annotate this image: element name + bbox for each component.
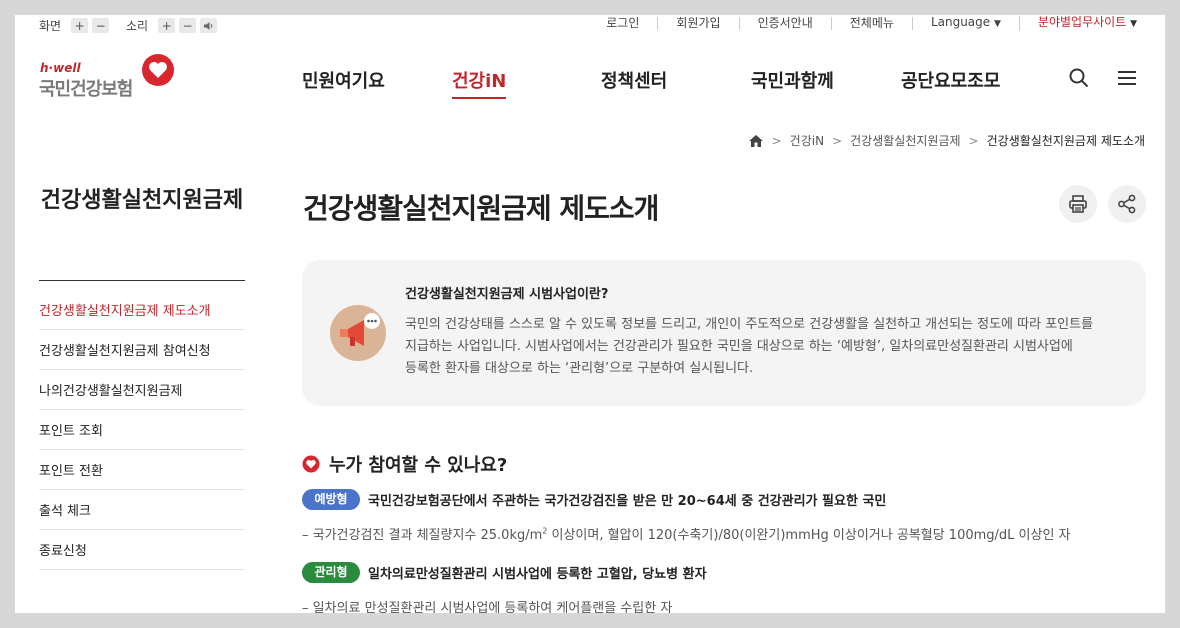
nav-policy-center[interactable]: 정책센터 (601, 67, 667, 93)
preventive-criteria-post: 이상이며, 혈압이 120(수축기)/80(이완기)mmHg 이상이거나 공복혈… (547, 528, 1071, 543)
sidebar-item-apply[interactable]: 건강생활실천지원금제 참여신청 (39, 330, 245, 370)
info-heading: 건강생활실천지원금제 시범사업이란? (405, 287, 609, 302)
zoom-in-button[interactable]: + (71, 18, 89, 33)
preventive-criteria: – 국가건강검진 결과 체질량지수 25.0kg/m2 이상이며, 혈압이 12… (302, 524, 1071, 543)
heart-bullet-icon (302, 455, 320, 473)
breadcrumb-health-in[interactable]: 건강iN (790, 132, 824, 149)
signup-link[interactable]: 회원가입 (658, 17, 740, 30)
preventive-criteria-pre: – 국가건강검진 결과 체질량지수 25.0kg/m (302, 528, 543, 543)
sidebar-item-point-conversion[interactable]: 포인트 전환 (39, 450, 245, 490)
nav-minwon[interactable]: 민원여기요 (302, 67, 385, 93)
info-line: 지급하는 사업입니다. 시범사업에서는 건강관리가 필요한 국민을 대상으로 하… (405, 339, 1073, 354)
section-title: 누가 참여할 수 있나요? (329, 455, 508, 476)
utility-bar: 화면 + − 소리 + − 로그인 회원가입 인증서안내 전체메뉴 Langua… (15, 15, 1165, 35)
info-line: 국민의 건강상태를 스스로 알 수 있도록 정보를 드리고, 개인이 주도적으로… (405, 317, 1094, 332)
breadcrumb-separator: > (771, 133, 782, 148)
home-icon[interactable] (748, 134, 764, 148)
sound-label: 소리 (126, 19, 149, 33)
info-text: 국민의 건강상태를 스스로 알 수 있도록 정보를 드리고, 개인이 주도적으로… (405, 314, 1123, 380)
menu-icon[interactable] (1117, 68, 1137, 88)
zoom-out-button[interactable]: − (92, 18, 110, 33)
nav-about-nhis[interactable]: 공단요모조모 (901, 67, 1000, 93)
page-title: 건강생활실천지원금제 제도소개 (303, 192, 659, 225)
logo-english: h·well (40, 61, 81, 75)
search-icon[interactable] (1069, 68, 1089, 88)
chevron-down-icon: ▼ (994, 19, 1001, 29)
breadcrumb-separator: > (832, 133, 843, 148)
top-links: 로그인 회원가입 인증서안내 전체메뉴 Language ▼ 분야별업무사이트 … (588, 16, 1155, 31)
managed-criteria: – 일차의료 만성질환관리 시범사업에 등록하여 케어플랜을 수립한 자 (302, 601, 673, 613)
field-sites-select[interactable]: 분야별업무사이트 ▼ (1020, 16, 1155, 31)
screen-zoom-control: 화면 + − (39, 17, 110, 34)
breadcrumb-program[interactable]: 건강생활실천지원금제 (850, 132, 960, 149)
sidebar-item-my-program[interactable]: 나의건강생활실천지원금제 (39, 370, 245, 410)
program-info-box: 건강생활실천지원금제 시범사업이란? 국민의 건강상태를 스스로 알 수 있도록… (302, 260, 1146, 406)
heart-logo-icon (142, 54, 174, 86)
sidebar-title: 건강생활실천지원금제 (40, 188, 244, 213)
megaphone-icon (330, 305, 386, 361)
speaker-icon[interactable] (200, 18, 218, 33)
volume-up-button[interactable]: + (158, 18, 176, 33)
section-heading: 누가 참여할 수 있나요? (302, 451, 507, 477)
share-icon (1118, 194, 1136, 214)
chevron-down-icon: ▼ (1130, 19, 1137, 29)
print-button[interactable] (1059, 185, 1097, 223)
login-link[interactable]: 로그인 (588, 17, 659, 30)
certificate-guide-link[interactable]: 인증서안내 (740, 17, 832, 30)
sidebar-item-point-inquiry[interactable]: 포인트 조회 (39, 410, 245, 450)
breadcrumb: > 건강iN > 건강생활실천지원금제 > 건강생활실천지원금제 제도소개 (748, 132, 1145, 149)
sidebar-item-intro[interactable]: 건강생활실천지원금제 제도소개 (39, 290, 245, 330)
page: 화면 + − 소리 + − 로그인 회원가입 인증서안내 전체메뉴 Langua… (15, 15, 1165, 613)
sidebar-item-attendance[interactable]: 출석 체크 (39, 490, 245, 530)
preventive-description: 국민건강보험공단에서 주관하는 국가건강검진을 받은 만 20~64세 중 건강… (368, 494, 887, 509)
eligibility-row-preventive: 예방형 국민건강보험공단에서 주관하는 국가건강검진을 받은 만 20~64세 … (302, 489, 886, 510)
language-select[interactable]: Language ▼ (913, 16, 1020, 31)
managed-badge: 관리형 (302, 562, 360, 583)
full-menu-link[interactable]: 전체메뉴 (832, 17, 913, 30)
printer-icon (1069, 195, 1087, 213)
logo-korean: 국민건강보험 (39, 79, 133, 100)
sidebar-item-termination[interactable]: 종료신청 (39, 530, 245, 570)
sidebar-menu: 건강생활실천지원금제 제도소개 건강생활실천지원금제 참여신청 나의건강생활실천… (39, 290, 245, 570)
nav-health-in[interactable]: 건강iN (452, 67, 507, 99)
breadcrumb-separator: > (968, 133, 979, 148)
sound-control: 소리 + − (126, 17, 218, 34)
managed-description: 일차의료만성질환관리 시범사업에 등록한 고혈압, 당뇨병 환자 (368, 567, 707, 582)
sidebar-divider (39, 280, 245, 281)
breadcrumb-current: 건강생활실천지원금제 제도소개 (986, 134, 1145, 148)
screen-zoom-label: 화면 (39, 19, 62, 33)
field-sites-label: 분야별업무사이트 (1037, 15, 1127, 29)
language-label: Language (930, 15, 991, 29)
eligibility-row-managed: 관리형 일차의료만성질환관리 시범사업에 등록한 고혈압, 당뇨병 환자 (302, 562, 707, 583)
nav-with-people[interactable]: 국민과함께 (751, 67, 834, 93)
site-logo[interactable]: h·well 국민건강보험 (39, 54, 179, 103)
preventive-badge: 예방형 (302, 489, 360, 510)
share-button[interactable] (1108, 185, 1146, 223)
volume-down-button[interactable]: − (179, 18, 197, 33)
info-line: 등록한 환자를 대상으로 하는 ‘관리형’으로 구분하여 실시됩니다. (405, 361, 754, 376)
